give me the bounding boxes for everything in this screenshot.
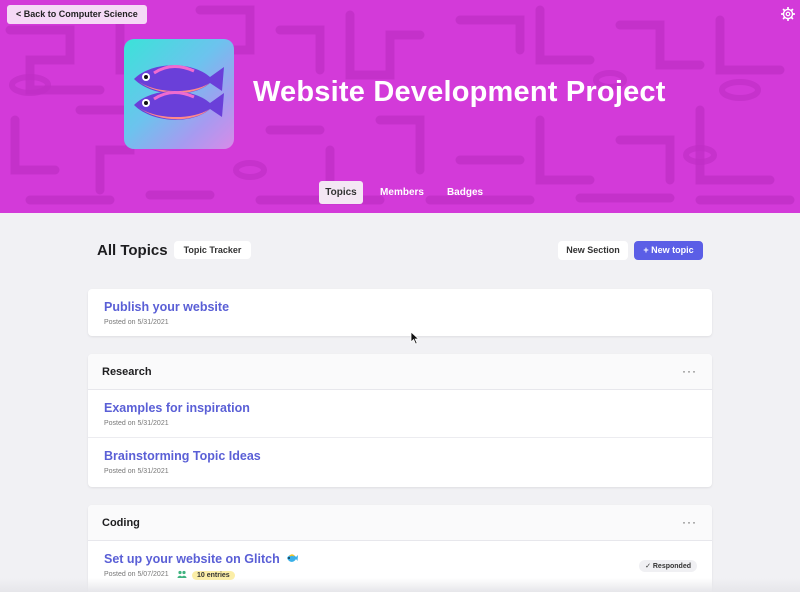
page-title: Website Development Project bbox=[253, 76, 666, 108]
gear-icon[interactable] bbox=[781, 7, 795, 21]
section-header: Research ··· bbox=[88, 354, 712, 390]
new-topic-button[interactable]: + New topic bbox=[634, 241, 703, 260]
topic-title[interactable]: Brainstorming Topic Ideas bbox=[104, 449, 261, 463]
section-title: Coding bbox=[102, 517, 140, 529]
pinned-topic-card: Publish your website Posted on 5/31/2021 bbox=[88, 289, 712, 336]
tab-bar: Topics Members Badges bbox=[0, 181, 800, 204]
topic-title[interactable]: Examples for inspiration bbox=[104, 401, 250, 415]
project-header: < Back to Computer Science Website Devel… bbox=[0, 0, 800, 213]
topic-title[interactable]: Publish your website bbox=[104, 300, 229, 314]
back-button[interactable]: < Back to Computer Science bbox=[7, 5, 147, 24]
glitch-fish-icon bbox=[287, 554, 299, 562]
more-options-icon[interactable]: ··· bbox=[682, 364, 697, 378]
topic-item[interactable]: Brainstorming Topic Ideas Posted on 5/31… bbox=[88, 438, 712, 486]
topic-posted-date: Posted on 5/31/2021 bbox=[104, 468, 169, 475]
topic-title[interactable]: Set up your website on Glitch bbox=[104, 552, 299, 566]
new-section-button[interactable]: New Section bbox=[558, 241, 628, 260]
topic-posted-date: Posted on 5/07/2021 bbox=[104, 571, 169, 578]
tab-members[interactable]: Members bbox=[375, 181, 429, 204]
tab-topics[interactable]: Topics bbox=[319, 181, 363, 204]
responded-badge: ✓ Responded bbox=[639, 560, 697, 572]
section-research: Research ··· Examples for inspiration Po… bbox=[88, 354, 712, 487]
tab-badges[interactable]: Badges bbox=[442, 181, 488, 204]
section-header: Coding ··· bbox=[88, 505, 712, 541]
check-icon: ✓ bbox=[645, 563, 653, 570]
mouse-pointer-icon bbox=[410, 331, 420, 345]
topic-posted-date: Posted on 5/31/2021 bbox=[104, 420, 169, 427]
more-options-icon[interactable]: ··· bbox=[682, 515, 697, 529]
topic-tracker-button[interactable]: Topic Tracker bbox=[174, 241, 251, 259]
section-title: Research bbox=[102, 366, 152, 378]
project-logo bbox=[124, 39, 234, 149]
topic-title-text[interactable]: Set up your website on Glitch bbox=[104, 552, 280, 566]
all-topics-heading: All Topics bbox=[97, 242, 168, 259]
topic-posted-date: Posted on 5/31/2021 bbox=[104, 319, 169, 326]
topic-item[interactable]: Publish your website Posted on 5/31/2021 bbox=[88, 289, 712, 336]
bottom-fade bbox=[0, 578, 800, 592]
topic-item[interactable]: Examples for inspiration Posted on 5/31/… bbox=[88, 390, 712, 438]
fish-icon bbox=[134, 65, 224, 120]
responded-label: Responded bbox=[652, 563, 691, 570]
